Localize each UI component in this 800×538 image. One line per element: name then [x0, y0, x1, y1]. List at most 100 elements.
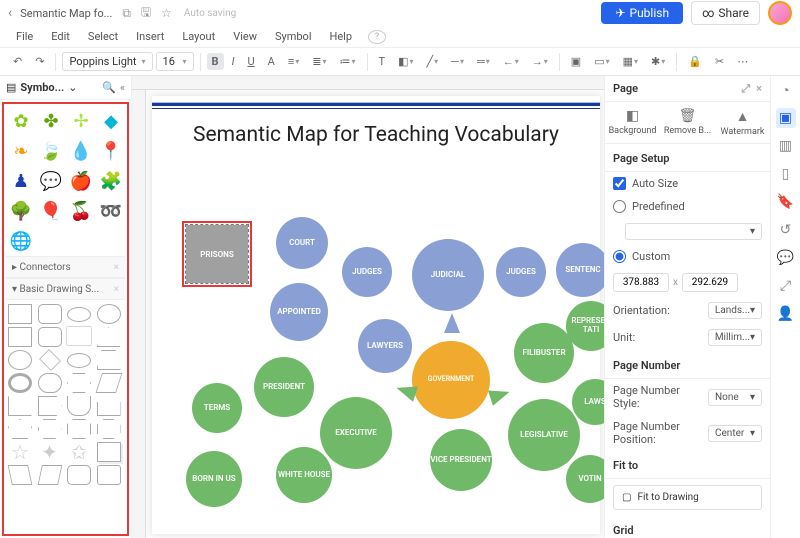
rail-bookmark-icon[interactable]: 🔖 [776, 192, 796, 212]
unit-select[interactable]: Millim...▾ [708, 329, 762, 346]
menu-select[interactable]: Select [80, 28, 126, 45]
node-judicial[interactable]: JUDICIAL [412, 239, 484, 311]
shape-rect[interactable] [8, 304, 32, 324]
tab-background[interactable]: ◧Background [605, 102, 660, 143]
image-button[interactable]: ▣ [566, 53, 586, 70]
valign-button[interactable]: ≣▾ [307, 53, 331, 70]
list-button[interactable]: ≔▾ [334, 53, 360, 70]
underline-button[interactable]: U [242, 53, 259, 70]
rail-pages-icon[interactable]: ▯ [776, 164, 796, 184]
duplicate-icon[interactable]: ⧉ [122, 6, 131, 21]
tab-remove-bg[interactable]: 🗑Remove B... [660, 102, 715, 143]
symbol-clover-icon[interactable]: ✤ [38, 108, 64, 134]
rail-page-icon[interactable]: ▣ [776, 108, 796, 128]
fill-button[interactable]: ◧▾ [393, 53, 418, 70]
predefined-select-row[interactable]: ▾ [605, 218, 770, 245]
user-avatar[interactable] [768, 1, 792, 25]
node-votin[interactable]: VOTIN [566, 455, 604, 503]
rail-expand-icon[interactable]: ⤢ [776, 276, 796, 296]
menu-view[interactable]: View [225, 28, 265, 45]
more-button[interactable]: ⋯ [732, 53, 753, 70]
shape-square[interactable] [8, 327, 32, 347]
symbol-balloon-icon[interactable]: 🎈 [38, 198, 64, 224]
italic-button[interactable]: I [227, 53, 240, 70]
shape-parallelogram[interactable] [95, 373, 122, 393]
shape-skew2[interactable] [37, 465, 62, 485]
node-legislative[interactable]: LEGISLATIVE [508, 399, 580, 471]
collapse-icon[interactable]: « [120, 81, 125, 94]
save-icon[interactable]: 🖫 [141, 3, 151, 24]
shape-ellipse2[interactable] [67, 353, 91, 368]
tab-watermark[interactable]: ▲Watermark [715, 102, 770, 143]
menu-file[interactable]: File [8, 28, 41, 45]
shape-ellipse[interactable] [67, 307, 91, 322]
symbol-cherry-icon[interactable]: 🍒 [68, 198, 94, 224]
canvas-area[interactable]: Semantic Map for Teaching Vocabulary PRI… [132, 76, 604, 538]
connectors-section[interactable]: ▸ Connectors× [6, 256, 125, 278]
custom-row[interactable]: Custom [605, 245, 770, 268]
font-size-select[interactable]: 16▾ [156, 52, 194, 71]
shape-circle2[interactable] [8, 350, 32, 370]
publish-button[interactable]: ✈Publish [601, 2, 683, 24]
arrow-start-button[interactable]: ←▾ [498, 53, 524, 70]
symbol-chat-icon[interactable]: 💬 [38, 168, 64, 194]
line-dash-button[interactable]: ─▾ [446, 53, 469, 70]
shape-halfcircle[interactable] [67, 396, 91, 416]
library-icon[interactable]: ▤ [6, 81, 16, 94]
shape-circle[interactable] [97, 304, 121, 324]
text-button[interactable]: T [374, 53, 391, 70]
node-terms[interactable]: TERMS [192, 383, 242, 433]
search-icon[interactable]: 🔍 [102, 81, 116, 94]
node-whitehouse[interactable]: WHITE HOUSE [276, 447, 332, 503]
arrow-end-button[interactable]: →▾ [527, 53, 553, 70]
symbol-flower-icon[interactable]: ✿ [8, 108, 34, 134]
shape-card[interactable] [67, 465, 91, 485]
page-width-input[interactable] [613, 273, 669, 292]
shape-arrow-tag[interactable] [38, 396, 62, 416]
rail-collaborate-icon[interactable]: 👤 [776, 304, 796, 324]
menu-insert[interactable]: Insert [128, 28, 172, 45]
symbol-apple-icon[interactable]: 🍎 [68, 168, 94, 194]
shape-hexagon[interactable] [67, 373, 91, 393]
predefined-select[interactable]: ▾ [625, 223, 762, 240]
node-laws[interactable]: LAWS [572, 379, 604, 425]
node-judges2[interactable]: JUDGES [496, 247, 546, 297]
fit-to-drawing-button[interactable]: ▢Fit to Drawing [613, 485, 762, 510]
group-button[interactable]: ▦▾ [618, 53, 643, 70]
node-appointed[interactable]: APPOINTED [270, 283, 328, 341]
font-select[interactable]: Poppins Light▾ [62, 52, 152, 71]
pagenum-style-select[interactable]: None▾ [708, 389, 762, 406]
node-vicepresident[interactable]: VICE PRESIDENT [430, 429, 492, 491]
symbol-globe-icon[interactable]: 🌐 [8, 228, 34, 254]
line-weight-button[interactable]: ═▾ [472, 53, 495, 70]
symbol-leaf2-icon[interactable]: 🍃 [38, 138, 64, 164]
undo-button[interactable]: ↶ [8, 53, 27, 70]
node-judges1[interactable]: JUDGES [342, 247, 392, 297]
shape-3d-rect[interactable] [97, 442, 121, 462]
symbol-leaf-icon[interactable]: ❧ [8, 138, 34, 164]
node-filibuster[interactable]: FILIBUSTER [514, 323, 574, 383]
predefined-row[interactable]: Predefined [605, 195, 770, 218]
autosize-row[interactable]: Auto Size [605, 172, 770, 195]
pagenum-pos-select[interactable]: Center▾ [708, 425, 762, 442]
rail-style-icon[interactable]: ◔ [776, 80, 796, 100]
shape-star4[interactable]: ✦ [38, 442, 62, 462]
shape-star-outline[interactable]: ✩ [67, 442, 91, 462]
shape-pentagon[interactable] [8, 419, 32, 439]
shape-hept[interactable] [67, 419, 91, 439]
drawing-canvas[interactable]: Semantic Map for Teaching Vocabulary PRI… [152, 96, 600, 534]
frame-button[interactable]: ▭▾ [589, 53, 614, 70]
node-prisons-selected[interactable]: PRISONS [182, 221, 252, 287]
help-icon[interactable]: ? [368, 30, 386, 44]
menu-symbol[interactable]: Symbol [267, 28, 320, 45]
symbol-leaf4-icon[interactable]: ✢ [68, 108, 94, 134]
pin-icon[interactable]: ⤢ [741, 82, 750, 96]
symbol-pin-icon[interactable]: 📍 [98, 138, 124, 164]
symbol-crystal-icon[interactable]: ◆ [98, 108, 124, 134]
node-president[interactable]: PRESIDENT [254, 357, 314, 417]
tool-button[interactable]: ✂ [710, 53, 729, 70]
node-lawyers[interactable]: LAWYERS [358, 319, 412, 373]
redo-button[interactable]: ↷ [30, 53, 49, 70]
shape-pill[interactable] [38, 373, 62, 393]
symbol-tree-icon[interactable]: 🌳 [8, 198, 34, 224]
